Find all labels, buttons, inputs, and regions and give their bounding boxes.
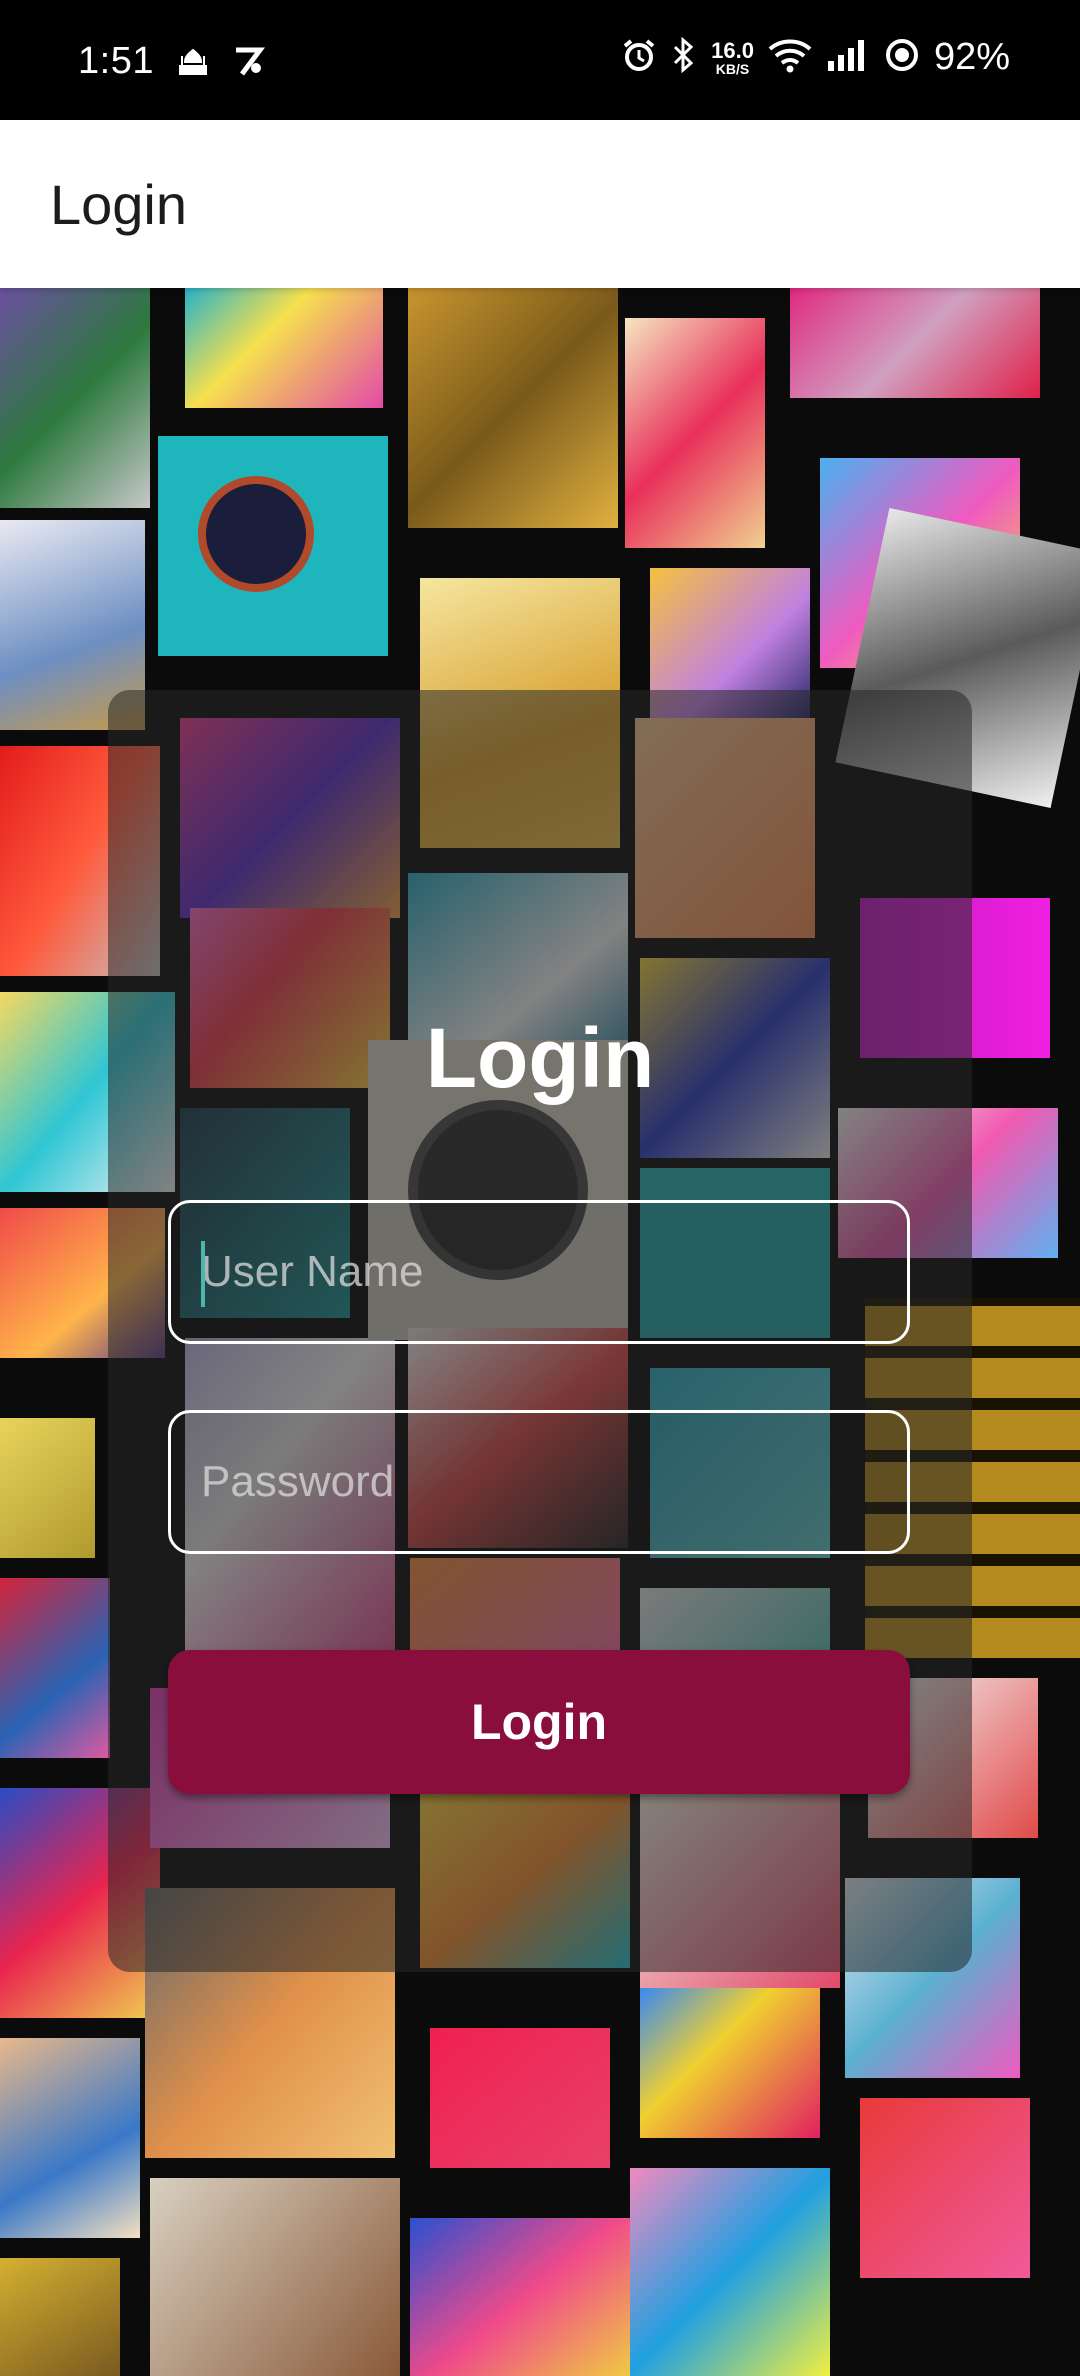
alarm-icon (621, 37, 657, 78)
notification-icons (176, 44, 266, 83)
password-input[interactable] (171, 1413, 907, 1551)
art-tile (430, 2028, 610, 2168)
bluetooth-icon (671, 36, 697, 78)
app-bar: Login (0, 120, 1080, 288)
wifi-icon (768, 37, 812, 78)
status-bar: 1:51 16.0 KB/S 92% (0, 0, 1080, 120)
status-right: 16.0 KB/S 92% (621, 36, 1010, 79)
username-field[interactable] (168, 1200, 910, 1344)
art-tile (150, 2178, 400, 2376)
network-speed: 16.0 KB/S (711, 37, 754, 77)
art-tile (158, 436, 388, 656)
login-heading: Login (425, 1011, 655, 1105)
login-button[interactable]: Login (168, 1650, 910, 1794)
status-time: 1:51 (78, 40, 154, 82)
art-tile (0, 1578, 110, 1758)
signal-icon (826, 37, 870, 78)
username-input[interactable] (171, 1203, 907, 1341)
art-tile (408, 288, 618, 528)
art-tile (0, 288, 150, 508)
network-speed-unit: KB/S (715, 60, 750, 77)
art-tile (625, 318, 765, 548)
text-cursor (201, 1241, 205, 1307)
art-tile (640, 1988, 820, 2138)
art-tile (860, 2098, 1030, 2278)
battery-percent: 92% (933, 36, 1010, 78)
art-tile (0, 1418, 95, 1558)
art-tile (0, 2258, 120, 2376)
network-speed-value: 16.0 (711, 37, 754, 63)
art-tile (410, 2218, 640, 2376)
page-title: Login (50, 173, 188, 236)
mosque-icon (176, 44, 210, 83)
password-field[interactable] (168, 1410, 910, 1554)
art-tile (185, 288, 383, 408)
art-tile (0, 2038, 140, 2238)
art-tile (630, 2168, 830, 2376)
login-panel: Login Login (108, 690, 972, 1972)
battery-ring-icon (884, 37, 920, 78)
app-z-icon (232, 44, 266, 83)
art-tile (790, 288, 1040, 398)
